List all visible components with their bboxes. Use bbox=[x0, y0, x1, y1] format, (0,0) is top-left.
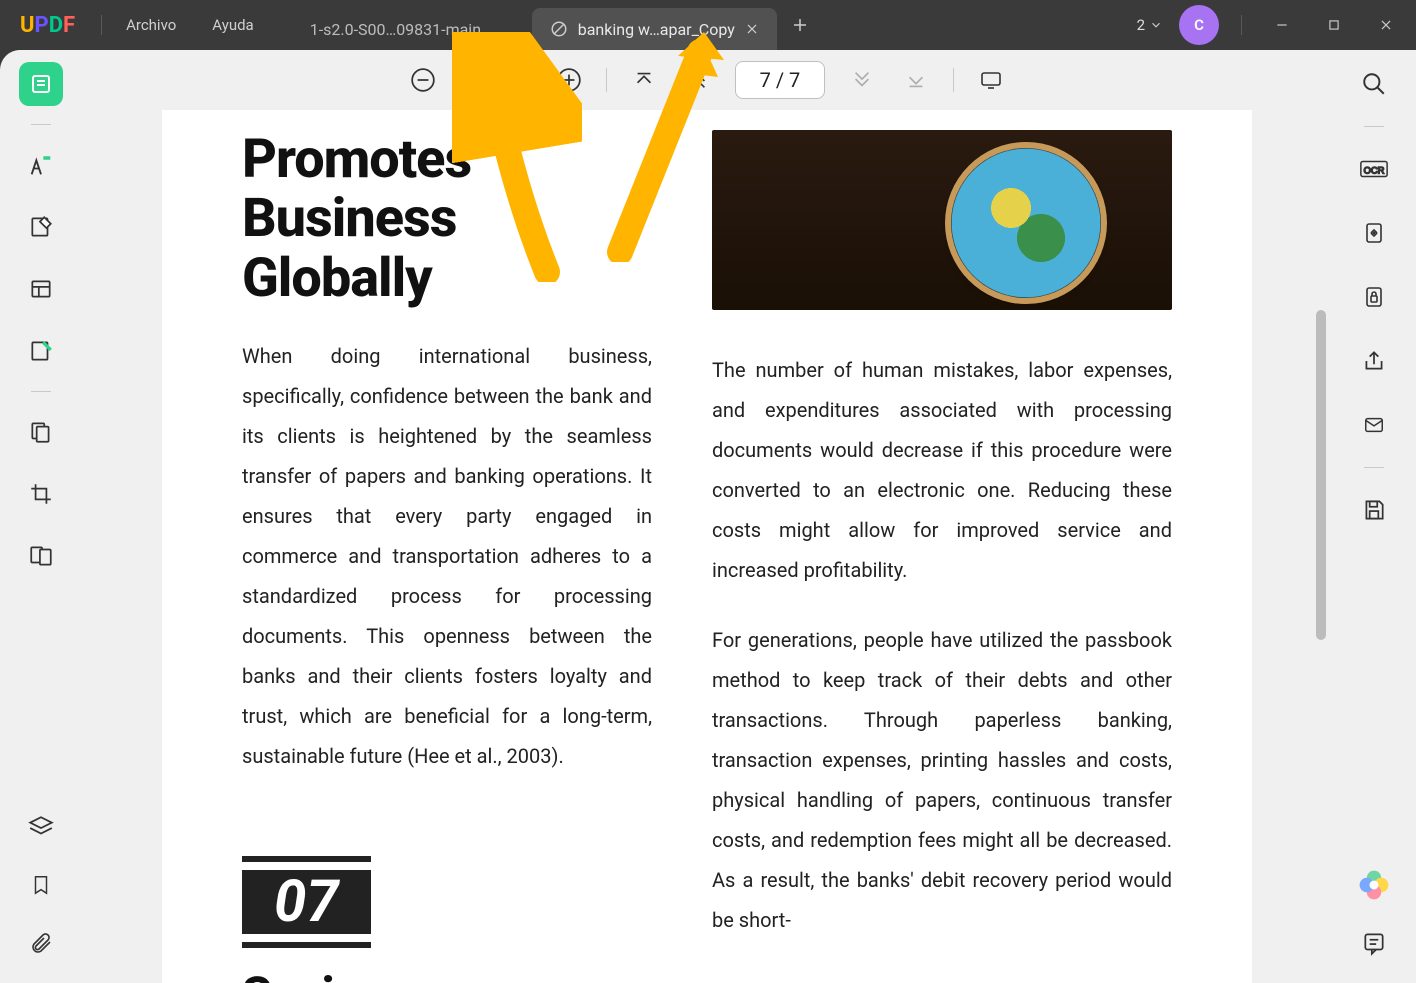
logo-f: F bbox=[63, 13, 75, 38]
document-heading-2: Saving bbox=[242, 966, 652, 983]
document-heading: Promotes Business Globally bbox=[242, 130, 652, 308]
comment-tool-button[interactable] bbox=[19, 143, 63, 187]
convert-button[interactable] bbox=[1352, 211, 1396, 255]
notes-panel-button[interactable] bbox=[1352, 921, 1396, 965]
chevron-down-icon bbox=[516, 74, 528, 86]
divider bbox=[1241, 15, 1242, 35]
scrollbar-thumb[interactable] bbox=[1316, 310, 1326, 640]
page-number-input[interactable]: 7 / 7 bbox=[735, 61, 825, 99]
pdf-page: Promotes Business Globally When doing in… bbox=[162, 110, 1252, 983]
toolbar: 122% 7 / 7 bbox=[82, 50, 1332, 110]
window-close-button[interactable] bbox=[1368, 9, 1404, 41]
right-rail: OCR bbox=[1332, 50, 1416, 983]
titlebar-right: 2 C bbox=[1137, 5, 1416, 45]
divider bbox=[1364, 126, 1384, 127]
session-count-value: 2 bbox=[1137, 16, 1145, 34]
layers-button[interactable] bbox=[19, 805, 63, 849]
email-button[interactable] bbox=[1352, 403, 1396, 447]
left-rail bbox=[0, 50, 82, 983]
page-viewport[interactable]: Promotes Business Globally When doing in… bbox=[82, 110, 1332, 983]
menu-file[interactable]: Archivo bbox=[108, 0, 194, 50]
app-logo: U P D F bbox=[0, 13, 95, 38]
close-tab-button[interactable] bbox=[745, 22, 759, 36]
crop-tool-button[interactable] bbox=[19, 472, 63, 516]
first-page-button[interactable] bbox=[627, 63, 661, 97]
attachment-button[interactable] bbox=[19, 921, 63, 965]
ocr-button[interactable]: OCR bbox=[1352, 147, 1396, 191]
logo-u: U bbox=[20, 13, 35, 38]
organize-pages-button[interactable] bbox=[19, 410, 63, 454]
document-paragraph: For generations, people have utilized th… bbox=[712, 620, 1172, 940]
window-maximize-button[interactable] bbox=[1316, 9, 1352, 41]
workarea: 122% 7 / 7 bbox=[0, 50, 1416, 983]
logo-p: P bbox=[35, 13, 49, 38]
bookmark-button[interactable] bbox=[19, 863, 63, 907]
tab-label: banking w…apar_Copy bbox=[578, 20, 735, 39]
tab-document-2[interactable]: banking w…apar_Copy bbox=[532, 8, 777, 50]
divider bbox=[953, 68, 954, 92]
zoom-in-button[interactable] bbox=[552, 63, 586, 97]
search-button[interactable] bbox=[1352, 62, 1396, 106]
tab-label: 1-s2.0-S00…09831-main bbox=[310, 20, 481, 39]
menu-help[interactable]: Ayuda bbox=[194, 0, 271, 50]
fill-sign-button[interactable] bbox=[19, 329, 63, 373]
unsynced-icon bbox=[550, 20, 568, 38]
zoom-out-button[interactable] bbox=[406, 63, 440, 97]
document-paragraph: The number of human mistakes, labor expe… bbox=[712, 350, 1172, 590]
protect-button[interactable] bbox=[1352, 275, 1396, 319]
reader-mode-button[interactable] bbox=[19, 62, 63, 106]
last-page-button[interactable] bbox=[899, 63, 933, 97]
section-number: 07 bbox=[242, 856, 371, 948]
divider bbox=[101, 15, 102, 35]
titlebar: U P D F Archivo Ayuda 1-s2.0-S00…09831-m… bbox=[0, 0, 1416, 50]
next-page-button[interactable] bbox=[845, 63, 879, 97]
save-button[interactable] bbox=[1352, 488, 1396, 532]
compare-button[interactable] bbox=[19, 534, 63, 578]
divider bbox=[1364, 467, 1384, 468]
globe-image bbox=[712, 130, 1172, 310]
zoom-value: 122% bbox=[464, 69, 510, 92]
logo-d: D bbox=[49, 13, 63, 38]
divider bbox=[31, 391, 51, 392]
ai-assistant-button[interactable] bbox=[1352, 863, 1396, 907]
tab-document-1[interactable]: 1-s2.0-S00…09831-main bbox=[292, 8, 532, 50]
page-tools-button[interactable] bbox=[19, 267, 63, 311]
user-avatar[interactable]: C bbox=[1179, 5, 1219, 45]
document-paragraph: When doing international business, speci… bbox=[242, 336, 652, 776]
zoom-level-dropdown[interactable]: 122% bbox=[460, 69, 532, 92]
share-button[interactable] bbox=[1352, 339, 1396, 383]
add-tab-button[interactable] bbox=[777, 16, 823, 34]
window-minimize-button[interactable] bbox=[1264, 9, 1300, 41]
edit-pdf-button[interactable] bbox=[19, 205, 63, 249]
divider bbox=[31, 124, 51, 125]
presentation-button[interactable] bbox=[974, 63, 1008, 97]
divider bbox=[606, 68, 607, 92]
session-count-dropdown[interactable]: 2 bbox=[1137, 16, 1163, 34]
chevron-down-icon bbox=[1149, 18, 1163, 32]
ai-flower-icon bbox=[1356, 867, 1392, 903]
center-column: 122% 7 / 7 bbox=[82, 50, 1332, 983]
prev-page-button[interactable] bbox=[681, 63, 715, 97]
svg-text:OCR: OCR bbox=[1364, 166, 1385, 176]
